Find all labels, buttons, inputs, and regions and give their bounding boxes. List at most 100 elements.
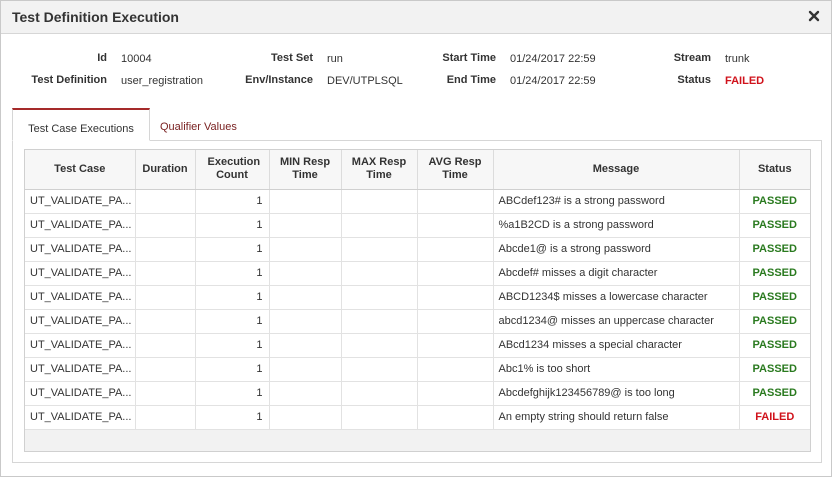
dialog-title: Test Definition Execution <box>12 9 179 25</box>
column-header-test-case[interactable]: Test Case <box>25 150 136 190</box>
cell-test-case: UT_VALIDATE_PA... <box>25 357 136 382</box>
cell-max-resp-time <box>341 309 418 334</box>
stream-label: Stream <box>673 52 711 64</box>
table-row[interactable]: UT_VALIDATE_PA... 1 An empty string should… <box>25 405 810 430</box>
cell-min-resp-time <box>269 333 342 358</box>
cell-duration <box>135 237 196 262</box>
cell-execution-count: 1 <box>195 333 270 358</box>
cell-max-resp-time <box>341 237 418 262</box>
cell-max-resp-time <box>341 381 418 406</box>
stream-value: trunk <box>725 53 750 65</box>
cell-status: PASSED <box>739 237 810 262</box>
column-header-min-resp-time[interactable]: MIN Resp Time <box>269 150 342 190</box>
cell-status: PASSED <box>739 333 810 358</box>
cell-message: %a1B2CD is a strong password <box>493 213 740 238</box>
cell-min-resp-time <box>269 213 342 238</box>
table-row[interactable]: UT_VALIDATE_PA... 1 abcd1234@ misses an up… <box>25 309 810 334</box>
cell-max-resp-time <box>341 189 418 214</box>
cell-duration <box>135 357 196 382</box>
cell-max-resp-time <box>341 213 418 238</box>
cell-test-case: UT_VALIDATE_PA... <box>25 261 136 286</box>
cell-test-case: UT_VALIDATE_PA... <box>25 333 136 358</box>
cell-avg-resp-time <box>417 213 494 238</box>
cell-message: Abcdefghijk123456789@ is too long <box>493 381 740 406</box>
status-value: FAILED <box>725 75 765 87</box>
start-time-label: Start Time <box>442 52 496 64</box>
cell-duration <box>135 405 196 430</box>
table-row[interactable]: UT_VALIDATE_PA... 1 Abc1% is too short PASS… <box>25 357 810 382</box>
cell-status: PASSED <box>739 285 810 310</box>
cell-avg-resp-time <box>417 381 494 406</box>
cell-test-case: UT_VALIDATE_PA... <box>25 213 136 238</box>
cell-execution-count: 1 <box>195 309 270 334</box>
cell-avg-resp-time <box>417 357 494 382</box>
cell-min-resp-time <box>269 261 342 286</box>
cell-execution-count: 1 <box>195 237 270 262</box>
table-row[interactable]: UT_VALIDATE_PA... 1 ABCD1234$ misses a low… <box>25 285 810 310</box>
cell-avg-resp-time <box>417 237 494 262</box>
column-header-message[interactable]: Message <box>493 150 740 190</box>
test-set-label: Test Set <box>271 52 313 64</box>
test-definition-execution-dialog: Test Definition Execution Id 10004 Test … <box>0 0 832 477</box>
cell-message: Abcde1@ is a strong password <box>493 237 740 262</box>
cell-avg-resp-time <box>417 333 494 358</box>
executions-grid: Test Case Duration Execution Count MIN R… <box>24 149 811 452</box>
column-header-execution-count[interactable]: Execution Count <box>195 150 270 190</box>
cell-min-resp-time <box>269 381 342 406</box>
test-definition-label: Test Definition <box>31 74 107 86</box>
tab-container: Test Case Executions Qualifier Values Te… <box>12 108 822 463</box>
execution-summary: Id 10004 Test Definition user_registrati… <box>1 51 831 95</box>
table-row[interactable]: UT_VALIDATE_PA... 1 ABCdef123# is a strong… <box>25 189 810 214</box>
cell-max-resp-time <box>341 285 418 310</box>
status-label: Status <box>677 74 711 86</box>
cell-max-resp-time <box>341 333 418 358</box>
tab-qualifier-values[interactable]: Qualifier Values <box>160 108 237 141</box>
table-row[interactable]: UT_VALIDATE_PA... 1 Abcdefghijk123456789@ … <box>25 381 810 406</box>
cell-message: ABCdef123# is a strong password <box>493 189 740 214</box>
table-row[interactable]: UT_VALIDATE_PA... 1 %a1B2CD is a strong pa… <box>25 213 810 238</box>
cell-status: PASSED <box>739 189 810 214</box>
table-row[interactable]: UT_VALIDATE_PA... 1 Abcde1@ is a strong pa… <box>25 237 810 262</box>
start-time-value: 01/24/2017 22:59 <box>510 53 596 65</box>
table-row[interactable]: UT_VALIDATE_PA... 1 Abcdef# misses a digit… <box>25 261 810 286</box>
cell-min-resp-time <box>269 285 342 310</box>
cell-execution-count: 1 <box>195 189 270 214</box>
cell-min-resp-time <box>269 405 342 430</box>
end-time-label: End Time <box>446 74 496 86</box>
cell-avg-resp-time <box>417 261 494 286</box>
cell-avg-resp-time <box>417 189 494 214</box>
cell-message: An empty string should return false <box>493 405 740 430</box>
tab-strip: Test Case Executions Qualifier Values <box>12 108 822 141</box>
column-header-duration[interactable]: Duration <box>135 150 196 190</box>
tab-test-case-executions[interactable]: Test Case Executions <box>12 108 150 141</box>
dialog-titlebar: Test Definition Execution <box>1 1 831 34</box>
table-row[interactable]: UT_VALIDATE_PA... 1 ABcd1234 misses a spec… <box>25 333 810 358</box>
cell-min-resp-time <box>269 189 342 214</box>
cell-execution-count: 1 <box>195 285 270 310</box>
cell-execution-count: 1 <box>195 261 270 286</box>
cell-min-resp-time <box>269 237 342 262</box>
cell-test-case: UT_VALIDATE_PA... <box>25 285 136 310</box>
cell-avg-resp-time <box>417 309 494 334</box>
cell-duration <box>135 189 196 214</box>
cell-test-case: UT_VALIDATE_PA... <box>25 381 136 406</box>
cell-test-case: UT_VALIDATE_PA... <box>25 189 136 214</box>
cell-max-resp-time <box>341 261 418 286</box>
column-header-max-resp-time[interactable]: MAX Resp Time <box>341 150 418 190</box>
cell-execution-count: 1 <box>195 357 270 382</box>
end-time-value: 01/24/2017 22:59 <box>510 75 596 87</box>
cell-max-resp-time <box>341 405 418 430</box>
table-header-row: Test Case Duration Execution Count MIN R… <box>25 150 810 190</box>
column-header-avg-resp-time[interactable]: AVG Resp Time <box>417 150 494 190</box>
cell-status: PASSED <box>739 357 810 382</box>
cell-status: PASSED <box>739 213 810 238</box>
cell-status: PASSED <box>739 261 810 286</box>
cell-status: PASSED <box>739 309 810 334</box>
test-definition-value: user_registration <box>121 75 203 87</box>
close-icon[interactable] <box>806 8 822 24</box>
cell-status: FAILED <box>739 405 810 430</box>
cell-execution-count: 1 <box>195 405 270 430</box>
column-header-status[interactable]: Status <box>739 150 810 190</box>
env-instance-label: Env/Instance <box>245 74 313 86</box>
cell-message: Abcdef# misses a digit character <box>493 261 740 286</box>
